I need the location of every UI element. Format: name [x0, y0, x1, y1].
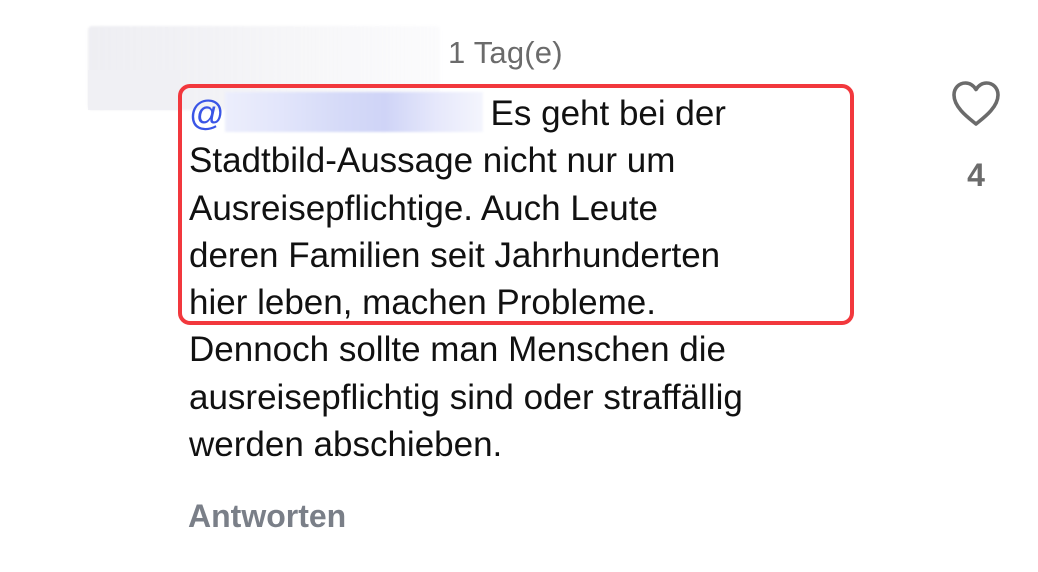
blurred-mention-username[interactable] [224, 92, 483, 132]
like-control: 4 [944, 78, 1008, 198]
heart-outline-icon[interactable] [950, 80, 1002, 128]
reply-button[interactable]: Antworten [188, 496, 346, 536]
comment-line: deren Familien seit Jahrhunderten [189, 235, 721, 275]
comment-line: Dennoch sollte man Menschen die [189, 330, 726, 370]
comment-line-1: @ Es geht bei der [189, 90, 909, 137]
comment-line-1-text: Es geht bei der [490, 94, 726, 133]
comment-line: ausreisepflichtig sind oder straffällig [189, 377, 743, 417]
comment-item: 1 Tag(e) @ Es geht bei der Stadtbild-Auss… [0, 0, 1038, 572]
like-count: 4 [967, 157, 985, 193]
comment-line: hier leben, machen Probleme. [189, 283, 656, 323]
comment-line: werden abschieben. [189, 425, 503, 465]
comment-line: Stadtbild-Aussage nicht nur um [189, 141, 676, 181]
comment-body: @ Es geht bei der Stadtbild-Aussage nicht… [189, 90, 909, 468]
mention-at-sign[interactable]: @ [189, 94, 225, 133]
comment-line: Ausreisepflichtige. Auch Leute [189, 188, 658, 228]
comment-timestamp: 1 Tag(e) [448, 35, 563, 70]
blurred-username-extension [88, 70, 180, 110]
